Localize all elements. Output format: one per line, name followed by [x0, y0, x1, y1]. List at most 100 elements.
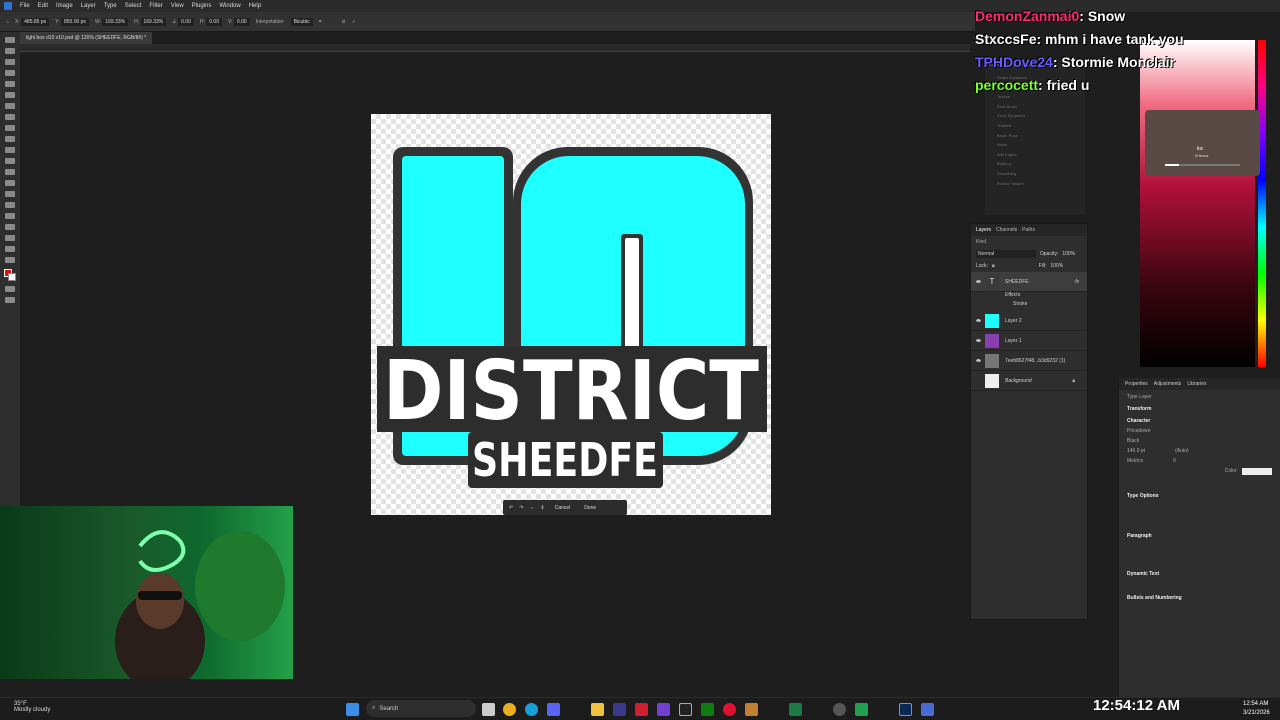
healing-tool-icon[interactable] [5, 114, 15, 120]
angle-field[interactable]: 0.00 [178, 17, 194, 26]
done-button[interactable]: Done [580, 503, 600, 513]
commit-transform-icon[interactable]: ✓ [352, 19, 356, 25]
menu-edit[interactable]: Edit [38, 3, 48, 9]
folder-icon[interactable] [591, 703, 604, 716]
text-color-swatch[interactable] [1242, 468, 1272, 475]
menu-help[interactable]: Help [249, 3, 261, 9]
home-icon[interactable]: ⌂ [6, 19, 9, 25]
layer-name[interactable]: Layer 1 [1005, 338, 1022, 344]
menu-window[interactable]: Window [219, 3, 240, 9]
hand-tool-icon[interactable] [5, 246, 15, 252]
visibility-eye-icon[interactable] [976, 339, 981, 342]
x-field[interactable]: 485.85 px [21, 17, 50, 26]
kerning-select[interactable]: Metrics [1127, 458, 1143, 464]
menu-image[interactable]: Image [56, 3, 73, 9]
shape-tool-icon[interactable] [5, 235, 15, 241]
brush-option[interactable]: Color Dynamics [997, 111, 1073, 121]
clock-date[interactable]: 3/21/2026 [1243, 710, 1270, 716]
warp-icon[interactable]: ⌗ [319, 19, 322, 25]
layer-name[interactable]: Layer 2 [1005, 318, 1022, 324]
crop-tool-icon[interactable] [5, 81, 15, 87]
eyedropper-tool-icon[interactable] [5, 103, 15, 109]
lock-icon[interactable]: 🔒︎ [992, 263, 995, 269]
quick-mask-icon[interactable] [5, 286, 15, 292]
frame-tool-icon[interactable] [5, 92, 15, 98]
character-section[interactable]: Character [1127, 418, 1272, 424]
brush-option[interactable]: Smoothing [997, 169, 1073, 179]
layer-row-smart-object[interactable]: 7eeb8627f48...b3d9232 (1) [971, 351, 1087, 371]
lasso-tool-icon[interactable] [5, 59, 15, 65]
brush-option[interactable]: Dual Brush [997, 102, 1073, 112]
tab-channels[interactable]: Channels [996, 227, 1017, 233]
brush-option[interactable]: Transfer [997, 121, 1073, 131]
xbox-icon[interactable] [701, 703, 714, 716]
paragraph-section[interactable]: Paragraph [1127, 533, 1272, 539]
document-canvas[interactable]: DISTRICT SHEEDFE [371, 114, 771, 515]
tab-adjustments[interactable]: Adjustments [1154, 381, 1182, 387]
flip-vertical-icon[interactable]: ⇕ [540, 505, 544, 511]
photoshop-taskbar-icon[interactable] [899, 703, 912, 716]
game-app-icon[interactable] [745, 703, 758, 716]
app-grid-icon[interactable] [657, 703, 670, 716]
cancel-button[interactable]: Cancel [551, 503, 575, 513]
brush-option[interactable]: Build-up [997, 159, 1073, 169]
transform-section[interactable]: Transform [1127, 406, 1272, 412]
opera-icon[interactable] [723, 703, 736, 716]
brush-option[interactable]: Protect Texture [997, 179, 1073, 189]
layer-fx-badge[interactable]: fx [1075, 279, 1079, 285]
path-select-tool-icon[interactable] [5, 224, 15, 230]
width-field[interactable]: 169.33% [102, 17, 129, 26]
tab-paths[interactable]: Paths [1022, 227, 1035, 233]
menu-select[interactable]: Select [125, 3, 142, 9]
visibility-eye-icon[interactable] [976, 280, 981, 283]
discord-icon[interactable] [547, 703, 560, 716]
y-field[interactable]: 850.00 px [60, 17, 89, 26]
menu-filter[interactable]: Filter [149, 3, 162, 9]
layer-row-layer-1[interactable]: Layer 1 [971, 331, 1087, 351]
tab-layers[interactable]: Layers [976, 227, 991, 233]
photoshop-logo-icon[interactable] [4, 2, 12, 10]
sheets-icon[interactable] [855, 703, 868, 716]
layer-name[interactable]: 7eeb8627f48...b3d9232 (1) [1005, 358, 1065, 364]
interpolation-select[interactable]: Bicubic [290, 17, 313, 26]
tab-properties[interactable]: Properties [1125, 381, 1148, 387]
edge-icon[interactable] [525, 703, 538, 716]
fill-field[interactable]: 100% [1050, 263, 1063, 269]
acrobat-icon[interactable] [635, 703, 648, 716]
menu-view[interactable]: View [171, 3, 184, 9]
leading-field[interactable]: (Auto) [1175, 448, 1189, 454]
screen-mode-icon[interactable] [5, 297, 15, 303]
dynamic-text-section[interactable]: Dynamic Text [1127, 571, 1272, 577]
font-size-field[interactable]: 146.9 pt [1127, 448, 1145, 454]
layer-filter-kind[interactable]: Kind [976, 239, 986, 245]
layer-row-background[interactable]: Background 🔒︎ [971, 371, 1087, 391]
document-tab[interactable]: light box d10 v10.psd @ 120% (SHEEDFE, R… [20, 32, 153, 44]
menu-type[interactable]: Type [104, 3, 117, 9]
brush-option[interactable]: Wet Edges [997, 150, 1073, 160]
menu-plugins[interactable]: Plugins [192, 3, 212, 9]
tab-libraries[interactable]: Libraries [1187, 381, 1206, 387]
dodge-tool-icon[interactable] [5, 191, 15, 197]
pen-tool-icon[interactable] [5, 202, 15, 208]
cancel-transform-icon[interactable]: ⊘ [342, 19, 346, 25]
height-field[interactable]: 169.33% [140, 17, 167, 26]
background-color-swatch[interactable] [8, 273, 16, 281]
eraser-tool-icon[interactable] [5, 158, 15, 164]
clock-time[interactable]: 12:54 AM [1243, 701, 1268, 707]
stamp-tool-icon[interactable] [5, 136, 15, 142]
hskew-field[interactable]: 0.00 [206, 17, 222, 26]
app-icon[interactable] [613, 703, 626, 716]
layer-row-layer-2[interactable]: Layer 2 [971, 311, 1087, 331]
font-style-select[interactable]: Black [1127, 438, 1272, 444]
type-options-section[interactable]: Type Options [1127, 493, 1272, 499]
opacity-field[interactable]: 100% [1062, 251, 1075, 257]
now-playing-widget[interactable]: loc lil tecca [1145, 110, 1260, 176]
sheedfe-text[interactable]: SHEEDFE [471, 432, 660, 489]
tracking-field[interactable]: 0 [1173, 458, 1176, 464]
layer-name[interactable]: Background [1005, 378, 1032, 384]
brush-option[interactable]: Noise [997, 140, 1073, 150]
terminal-icon[interactable] [679, 703, 692, 716]
move-tool-icon[interactable] [5, 37, 15, 43]
marquee-tool-icon[interactable] [5, 48, 15, 54]
layer-name[interactable]: SHEEDFE [1005, 279, 1029, 285]
